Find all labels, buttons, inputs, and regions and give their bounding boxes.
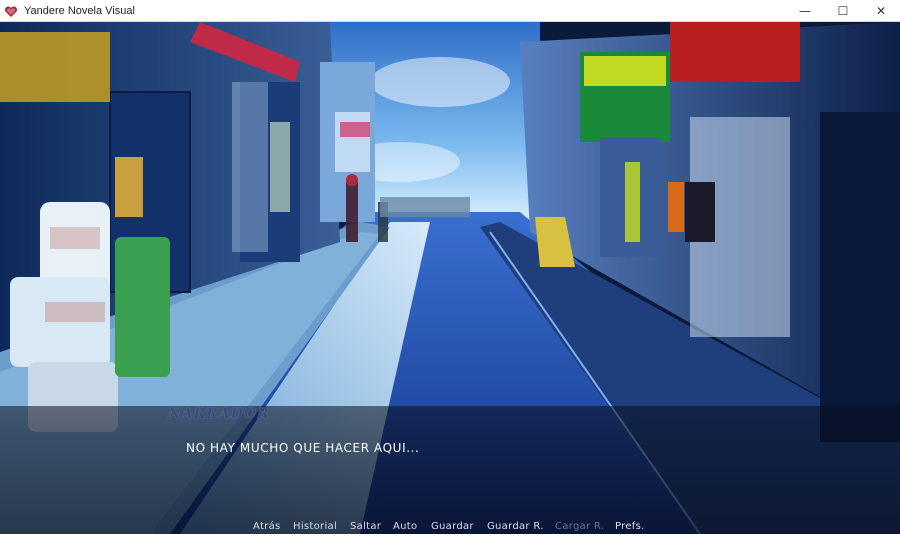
menu-auto-button[interactable]: Auto <box>393 521 417 532</box>
menu-prefs-button[interactable]: Prefs. <box>615 521 645 532</box>
minimize-button[interactable]: — <box>786 0 824 22</box>
menu-back-button[interactable]: Atrás <box>253 521 281 532</box>
menu-skip-button[interactable]: Saltar <box>350 521 381 532</box>
close-button[interactable]: ✕ <box>862 0 900 22</box>
dialogue-text: NO HAY MUCHO QUE HACER AQUI... <box>186 441 420 455</box>
speaker-name: NARRADOR <box>168 406 270 422</box>
menu-save-button[interactable]: Guardar <box>431 521 474 532</box>
window-controls: — ☐ ✕ <box>786 0 900 22</box>
menu-history-button[interactable]: Historial <box>293 521 337 532</box>
window-title-bar: Yandere Novela Visual — ☐ ✕ <box>0 0 900 22</box>
quick-menu: Atrás Historial Saltar Auto Guardar Guar… <box>0 521 900 534</box>
menu-quick-load-button[interactable]: Cargar R. <box>555 521 604 532</box>
dialogue-box[interactable]: NARRADOR NO HAY MUCHO QUE HACER AQUI... <box>0 406 900 534</box>
menu-quick-save-button[interactable]: Guardar R. <box>487 521 544 532</box>
heart-app-icon <box>4 4 18 18</box>
maximize-button[interactable]: ☐ <box>824 0 862 22</box>
window-title: Yandere Novela Visual <box>24 4 135 17</box>
